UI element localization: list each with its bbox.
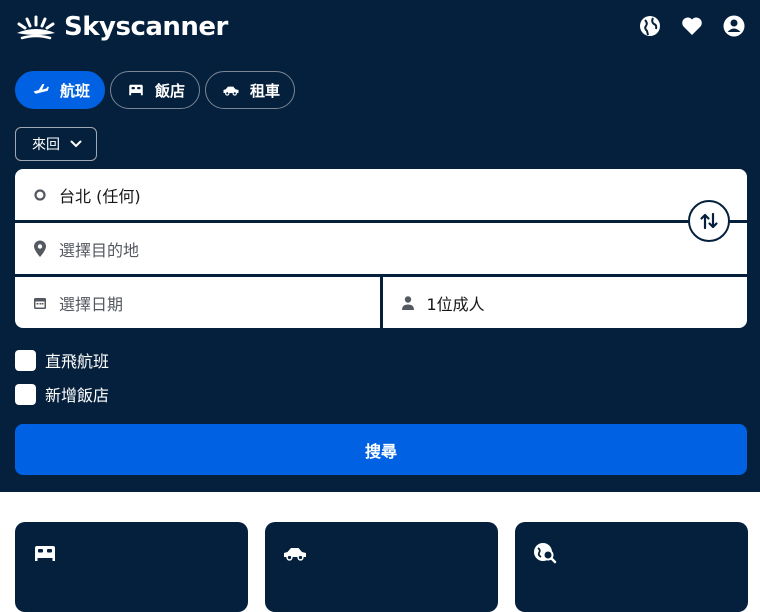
tab-hotels[interactable]: 飯店 (110, 71, 201, 109)
swap-arrows-icon (700, 212, 718, 230)
bed-icon (35, 546, 55, 561)
person-icon (401, 295, 414, 310)
swap-button[interactable] (688, 200, 730, 242)
feature-cards (15, 522, 748, 612)
tab-car-hire-label: 租車 (250, 81, 281, 100)
add-hotel-label: 新增飯店 (45, 386, 110, 405)
direct-flights-option: 直飛航班 (15, 348, 109, 372)
destination-placeholder: 選擇目的地 (59, 240, 140, 260)
tab-car-hire[interactable]: 租車 (205, 71, 296, 109)
heart-icon[interactable] (680, 14, 704, 38)
trip-type-value: 來回 (32, 137, 60, 153)
tab-flights-label: 航班 (60, 81, 91, 100)
add-hotel-option: 新增飯店 (15, 382, 109, 406)
direct-flights-label: 直飛航班 (45, 352, 110, 371)
calendar-icon (34, 297, 46, 309)
date-placeholder: 選擇日期 (59, 294, 124, 314)
hero-section: Skyscanner 航班 飯店 租車 來回 台北 (任何) 選擇目的地 選擇日… (0, 0, 760, 492)
origin-field[interactable]: 台北 (任何) (15, 169, 747, 220)
origin-value: 台北 (任何) (59, 186, 141, 206)
sunrise-logo-icon (17, 15, 55, 40)
trip-type-select[interactable]: 來回 (15, 127, 97, 161)
search-form: 台北 (任何) 選擇目的地 選擇日期 1位成人 (15, 169, 747, 328)
location-pin-icon (34, 240, 46, 257)
skyscanner-logo[interactable]: Skyscanner (15, 12, 228, 42)
search-options: 直飛航班 新增飯店 (15, 348, 109, 416)
bed-icon (129, 84, 143, 96)
globe-icon[interactable] (638, 14, 662, 38)
chevron-down-icon (70, 140, 82, 148)
origin-circle-icon (34, 188, 46, 201)
search-button-label: 搜尋 (364, 441, 397, 461)
travellers-field[interactable]: 1位成人 (382, 277, 747, 328)
explore-icon (534, 543, 557, 564)
car-icon (284, 548, 306, 561)
add-hotel-checkbox[interactable] (15, 383, 36, 405)
vertical-tabs: 航班 飯店 租車 (15, 71, 296, 109)
date-field[interactable]: 選擇日期 (15, 277, 380, 328)
tab-hotels-label: 飯店 (155, 81, 186, 100)
car-hire-card[interactable] (265, 522, 498, 612)
explore-card[interactable] (515, 522, 748, 612)
plane-icon (33, 84, 49, 94)
hotels-card[interactable] (15, 522, 248, 612)
car-icon (223, 86, 239, 96)
direct-flights-checkbox[interactable] (15, 349, 36, 371)
account-icon[interactable] (722, 14, 746, 38)
brand-name: Skyscanner (64, 12, 228, 42)
travellers-value: 1位成人 (426, 294, 485, 314)
search-button[interactable]: 搜尋 (15, 424, 747, 475)
tab-flights[interactable]: 航班 (15, 71, 106, 109)
destination-field[interactable]: 選擇目的地 (15, 223, 747, 274)
